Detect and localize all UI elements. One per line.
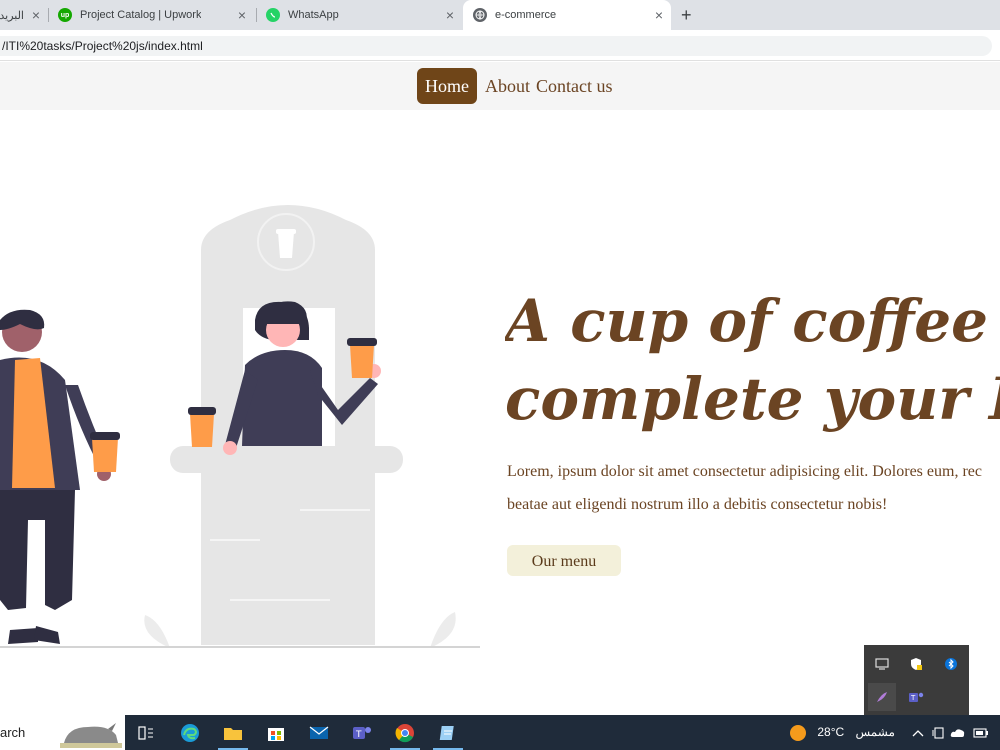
search-text: arch	[0, 725, 26, 740]
mail-icon[interactable]	[306, 720, 332, 746]
rhino-icon	[60, 723, 122, 748]
tab-upwork[interactable]: up Project Catalog | Upwork ×	[58, 0, 254, 30]
svg-text:T: T	[355, 730, 362, 740]
close-tab-icon[interactable]: ×	[238, 7, 246, 23]
weather-text: مشمس	[855, 725, 895, 739]
hero-text-line1: Lorem, ipsum dolor sit amet consectetur …	[507, 463, 982, 480]
globe-icon	[473, 8, 487, 22]
nav-about[interactable]: About	[485, 68, 530, 104]
url-field[interactable]: /ITI%20tasks/Project%20js/index.html	[0, 36, 992, 56]
weather-widget[interactable]: 28°C مشمس	[790, 715, 895, 750]
whatsapp-icon	[266, 8, 280, 22]
weather-temp: 28°C	[817, 725, 845, 739]
site-navbar: Home About Contact us	[0, 62, 1000, 110]
windows-taskbar: arch T 28°C مشمس	[0, 715, 1000, 750]
upwork-icon: up	[58, 8, 72, 22]
new-tab-button[interactable]: +	[681, 5, 692, 26]
tab-label: e-commerce	[495, 9, 557, 21]
nav-home[interactable]: Home	[417, 68, 477, 104]
feather-icon[interactable]	[868, 683, 896, 711]
nav-contact[interactable]: Contact us	[536, 68, 613, 104]
hero-text-line2: beatae aut eligendi nostrum illo a debit…	[507, 496, 888, 513]
hero-title: A cup of coffee to complete your Day	[505, 282, 1000, 438]
teams-taskbar-icon[interactable]: T	[349, 720, 375, 746]
sun-icon	[790, 724, 806, 741]
svg-text:T: T	[910, 694, 916, 702]
close-tab-icon[interactable]: ×	[655, 7, 663, 23]
battery-icon[interactable]	[968, 720, 994, 746]
task-view-icon[interactable]	[133, 720, 159, 746]
store-icon[interactable]	[263, 720, 289, 746]
notepad-icon[interactable]	[435, 720, 461, 746]
bluetooth-icon[interactable]	[937, 650, 965, 678]
our-menu-button[interactable]: Our menu	[507, 545, 621, 576]
tab-whatsapp[interactable]: WhatsApp ×	[266, 0, 462, 30]
hero-paragraph: Lorem, ipsum dolor sit amet consectetur …	[507, 455, 1000, 521]
tab-label: WhatsApp	[288, 9, 339, 21]
hero-title-line1: A cup of coffee to	[505, 287, 1000, 355]
close-tab-icon[interactable]: ×	[32, 7, 40, 23]
coffee-shop-illustration	[0, 205, 480, 648]
tab-label: Project Catalog | Upwork	[80, 9, 202, 21]
tab-mail[interactable]: البريد ×	[0, 0, 48, 30]
security-shield-icon[interactable]	[902, 650, 930, 678]
browser-tab-strip: البريد × up Project Catalog | Upwork × W…	[0, 0, 1000, 30]
taskbar-search[interactable]: arch	[0, 715, 125, 750]
edge-icon[interactable]	[177, 720, 203, 746]
address-bar: /ITI%20tasks/Project%20js/index.html	[0, 30, 1000, 61]
close-tab-icon[interactable]: ×	[446, 7, 454, 23]
teams-icon[interactable]: T	[902, 683, 930, 711]
monitor-icon[interactable]	[868, 650, 896, 678]
tray-overflow-popup: T	[864, 645, 969, 715]
tab-label: البريد	[0, 9, 24, 22]
hero-title-line2: complete your Day	[505, 365, 1000, 433]
file-explorer-icon[interactable]	[220, 720, 246, 746]
chrome-icon[interactable]	[392, 720, 418, 746]
tab-ecommerce[interactable]: e-commerce ×	[463, 0, 671, 30]
